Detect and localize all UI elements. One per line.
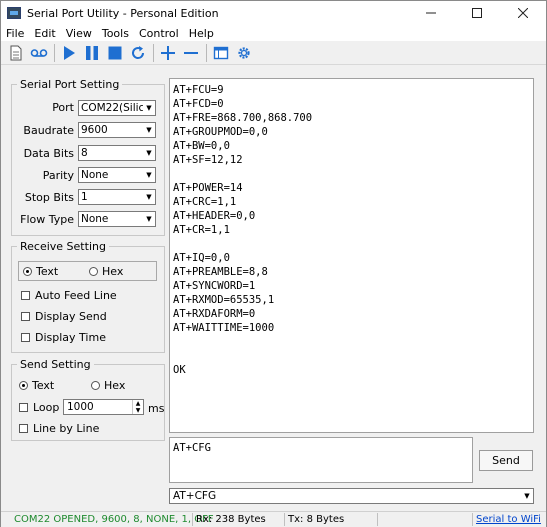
- send-button[interactable]: Send: [479, 450, 533, 471]
- serial-to-wifi-link[interactable]: Serial to WiFi: [473, 512, 541, 527]
- title-bar: Serial Port Utility - Personal Edition: [1, 1, 546, 25]
- app-window: Serial Port Utility - Personal Edition F…: [0, 0, 547, 527]
- pause-button[interactable]: [81, 42, 103, 64]
- port-label: Port: [52, 101, 74, 114]
- status-divider: [377, 513, 378, 526]
- close-icon: [518, 8, 528, 18]
- send-setting-title: Send Setting: [20, 358, 91, 371]
- checkbox-icon: [19, 403, 28, 412]
- send-text-area[interactable]: AT+CFG: [169, 437, 473, 483]
- checkbox-icon: [19, 424, 28, 433]
- play-icon: [64, 45, 75, 60]
- chevron-down-icon: ▼: [143, 101, 155, 115]
- checkbox-icon: [21, 291, 30, 300]
- send-text-radio[interactable]: Text: [19, 379, 54, 392]
- loop-unit-label: ms: [148, 402, 165, 415]
- menu-file[interactable]: File: [1, 27, 29, 40]
- receive-hex-radio[interactable]: Hex: [89, 265, 123, 278]
- toolbar: [1, 41, 546, 65]
- new-document-button[interactable]: [5, 42, 27, 64]
- chevron-down-icon: ▼: [143, 123, 155, 137]
- status-bar: COM22 OPENED, 9600, 8, NONE, 1, OFF Rx: …: [1, 511, 546, 527]
- menu-edit[interactable]: Edit: [29, 27, 60, 40]
- menu-control[interactable]: Control: [134, 27, 184, 40]
- chevron-down-icon: ▼: [143, 168, 155, 182]
- chevron-down-icon: ▼: [524, 492, 530, 500]
- menu-view[interactable]: View: [61, 27, 97, 40]
- rx-counter: Rx: 238 Bytes: [196, 514, 266, 525]
- connection-status: COM22 OPENED, 9600, 8, NONE, 1, OFF: [14, 514, 214, 525]
- baudrate-select[interactable]: 9600 ▼: [78, 122, 156, 138]
- auto-feed-line-checkbox[interactable]: Auto Feed Line: [21, 289, 117, 302]
- stop-button[interactable]: [104, 42, 126, 64]
- stop-bits-select[interactable]: 1 ▼: [78, 189, 156, 205]
- port-select[interactable]: COM22(Silic ▼: [78, 100, 156, 116]
- remove-button[interactable]: [180, 42, 202, 64]
- chevron-down-icon: ▼: [143, 212, 155, 226]
- chevron-down-icon: ▼: [143, 146, 155, 160]
- toolbar-separator: [206, 43, 207, 62]
- window-title: Serial Port Utility - Personal Edition: [27, 6, 219, 20]
- checkbox-icon: [21, 333, 30, 342]
- remove-icon: [184, 51, 198, 54]
- toolbar-separator: [54, 43, 55, 62]
- radio-icon: [89, 267, 98, 276]
- minimize-button[interactable]: [408, 1, 454, 25]
- refresh-icon: [132, 45, 145, 59]
- menu-tools[interactable]: Tools: [97, 27, 134, 40]
- send-hex-radio[interactable]: Hex: [91, 379, 125, 392]
- add-icon: [161, 45, 175, 60]
- loop-checkbox[interactable]: Loop: [19, 401, 59, 414]
- display-send-checkbox[interactable]: Display Send: [21, 310, 107, 323]
- play-button[interactable]: [58, 42, 80, 64]
- window-button[interactable]: [210, 42, 232, 64]
- toolbar-separator: [153, 43, 154, 62]
- receive-text-area[interactable]: AT+FCU=9 AT+FCD=0 AT+FRE=868.700,868.700…: [169, 78, 534, 433]
- parity-label: Parity: [42, 169, 74, 182]
- document-icon: [10, 45, 22, 60]
- refresh-button[interactable]: [127, 42, 149, 64]
- loop-interval-input[interactable]: 1000 ▲ ▼: [63, 399, 144, 415]
- window-icon: [213, 46, 229, 59]
- close-button[interactable]: [500, 1, 546, 25]
- tx-counter: Tx: 8 Bytes: [288, 514, 345, 525]
- data-bits-select[interactable]: 8 ▼: [78, 145, 156, 161]
- stop-bits-label: Stop Bits: [24, 191, 74, 204]
- maximize-icon: [472, 8, 482, 18]
- settings-gear-icon: [238, 46, 250, 59]
- radio-selected-icon: [19, 381, 28, 390]
- recording-button[interactable]: [28, 42, 50, 64]
- receive-text-radio[interactable]: Text: [23, 265, 58, 278]
- radio-icon: [91, 381, 100, 390]
- flow-type-label: Flow Type: [20, 213, 74, 226]
- radio-selected-icon: [23, 267, 32, 276]
- data-bits-label: Data Bits: [23, 147, 74, 160]
- line-by-line-checkbox[interactable]: Line by Line: [19, 422, 99, 435]
- stop-icon: [108, 46, 122, 59]
- menu-bar: File Edit View Tools Control Help: [1, 25, 546, 41]
- command-history-select[interactable]: AT+CFG ▼: [169, 488, 534, 504]
- recording-icon: [30, 48, 48, 57]
- app-icon: [7, 7, 21, 19]
- add-button[interactable]: [157, 42, 179, 64]
- checkbox-icon: [21, 312, 30, 321]
- maximize-button[interactable]: [454, 1, 500, 25]
- baudrate-label: Baudrate: [23, 124, 74, 137]
- pause-icon: [86, 45, 98, 60]
- parity-select[interactable]: None ▼: [78, 167, 156, 183]
- spinner-arrows-icon: ▲ ▼: [132, 400, 143, 414]
- flow-type-select[interactable]: None ▼: [78, 211, 156, 227]
- receive-setting-title: Receive Setting: [20, 240, 106, 253]
- display-time-checkbox[interactable]: Display Time: [21, 331, 106, 344]
- settings-button[interactable]: [233, 42, 255, 64]
- serial-port-setting-title: Serial Port Setting: [20, 78, 120, 91]
- chevron-down-icon: ▼: [143, 190, 155, 204]
- minimize-icon: [426, 12, 436, 14]
- menu-help[interactable]: Help: [184, 27, 219, 40]
